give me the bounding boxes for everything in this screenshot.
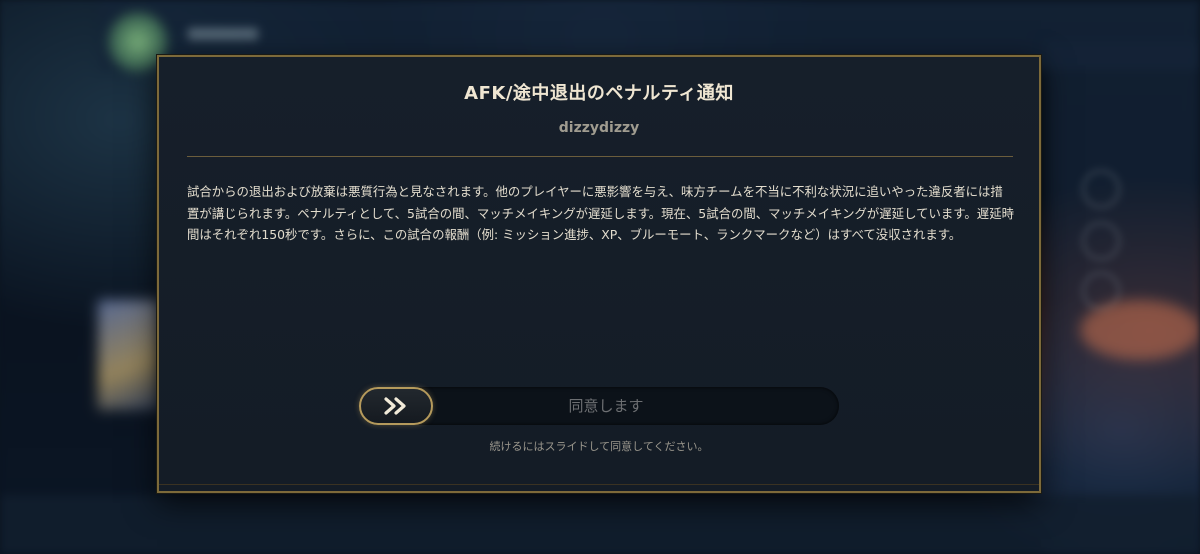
blurred-round-button <box>1082 222 1120 260</box>
blurred-summoner-name <box>188 28 258 40</box>
blurred-round-button <box>1082 170 1120 208</box>
slider-label: 同意します <box>568 397 644 415</box>
penalty-description: 試合からの退出および放棄は悪質行為と見なされます。他のプレイヤーに悪影響を与え、… <box>187 184 1014 242</box>
blurred-social-panel <box>1045 40 1200 554</box>
slider-handle[interactable] <box>359 387 433 425</box>
username-label: dizzydizzy <box>558 120 640 136</box>
title-divider <box>187 156 1013 157</box>
slide-instruction: 続けるにはスライドして同意してください。 <box>489 440 709 453</box>
slide-to-agree-slider[interactable]: 同意します <box>359 387 839 425</box>
blurred-event-card <box>98 300 160 410</box>
penalty-notice-dialog: AFK/途中退出のペナルティ通知 dizzydizzy 試合からの退出および放棄… <box>157 55 1041 493</box>
blurred-bottom-nav <box>0 495 1200 554</box>
dialog-title: AFK/途中退出のペナルティ通知 <box>464 83 734 104</box>
double-chevron-right-icon <box>383 397 409 415</box>
blurred-splash-art <box>1080 300 1200 360</box>
